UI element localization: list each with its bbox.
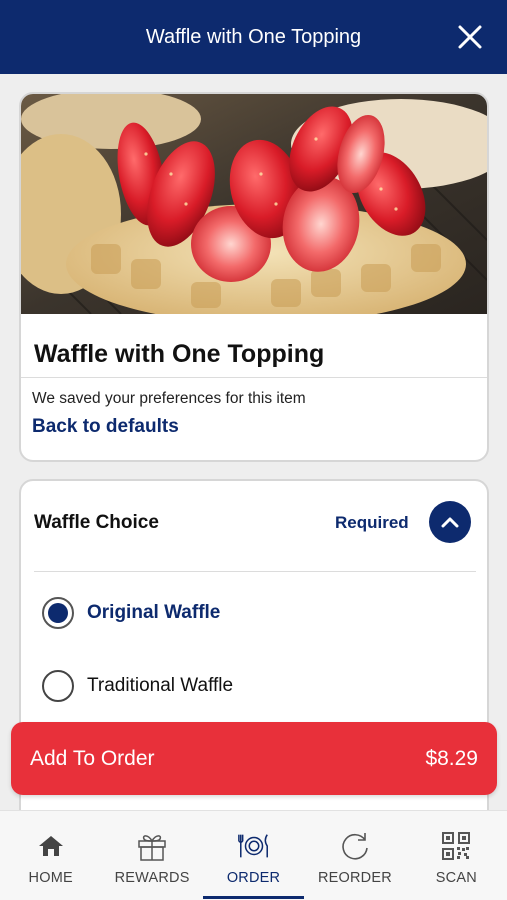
radio-selected[interactable] [42,597,74,629]
waffle-with-strawberries-photo [21,94,487,314]
nav-item-home[interactable]: HOME [0,811,101,900]
plate-cutlery-icon [237,829,271,863]
add-to-order-button[interactable]: Add To Order $8.29 [11,722,497,795]
bottom-nav: HOME REWARDS ORDER REORDER SCAN [0,810,507,900]
active-tab-indicator [202,896,305,899]
divider [34,571,476,572]
nav-label-scan: SCAN [435,870,477,886]
nav-item-reorder[interactable]: REORDER [304,811,405,900]
item-title: Waffle with One Topping [34,340,325,368]
radio-unselected[interactable] [42,670,74,702]
radio-dot [48,603,68,623]
order-price: $8.29 [425,746,478,770]
header-title: Waffle with One Topping [145,25,362,48]
add-to-order-label: Add To Order [30,746,155,770]
reorder-icon [338,829,372,863]
nav-label-rewards: REWARDS [114,870,190,886]
option-traditional-waffle[interactable]: Traditional Waffle [42,669,462,703]
top-header: Waffle with One Topping [0,0,507,74]
nav-item-scan[interactable]: SCAN [406,811,507,900]
home-icon [34,829,68,863]
nav-item-rewards[interactable]: REWARDS [101,811,202,900]
required-badge: Required [335,513,409,532]
back-to-defaults-link[interactable]: Back to defaults [32,416,179,438]
option-original-waffle[interactable]: Original Waffle [42,596,462,630]
option-label: Original Waffle [87,602,221,623]
saved-preferences-text: We saved your preferences for this item [32,390,306,407]
gift-icon [135,829,169,863]
qr-code-icon [439,829,473,863]
item-card: Waffle with One Topping We saved your pr… [19,92,489,462]
nav-label-home: HOME [28,870,73,886]
close-icon[interactable] [457,24,483,50]
chevron-up-icon[interactable] [429,501,471,543]
scroll-content[interactable]: Waffle with One Topping We saved your pr… [0,74,507,810]
option-label: Traditional Waffle [87,675,234,696]
nav-label-order: ORDER [226,870,281,886]
waffle-choice-title: Waffle Choice [34,512,159,533]
nav-label-reorder: REORDER [317,870,392,886]
nav-item-order[interactable]: ORDER [202,811,305,900]
divider [21,377,487,378]
